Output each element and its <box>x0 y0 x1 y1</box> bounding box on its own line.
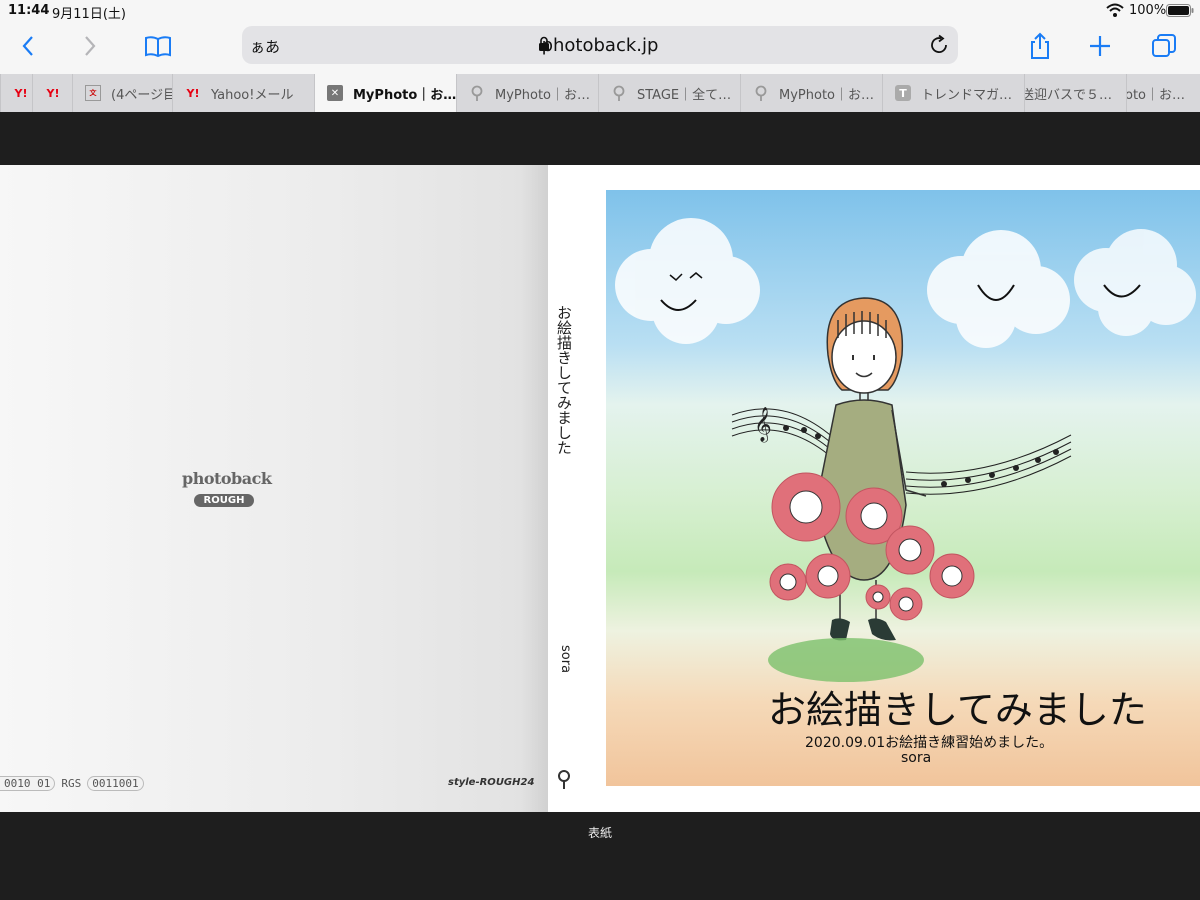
tab-3[interactable]: 文 (4ページ目 <box>72 74 172 112</box>
page-label: 表紙 <box>587 826 612 840</box>
tab-5-active[interactable]: ✕ MyPhoto｜お… <box>314 74 456 112</box>
tab-9[interactable]: T トレンドマガ… <box>882 74 1024 112</box>
chevron-right-icon <box>85 36 96 56</box>
address-bar[interactable]: ぁあ photoback.jp <box>242 26 958 64</box>
share-button[interactable] <box>1022 30 1058 62</box>
photoback-icon <box>613 85 625 101</box>
yahoo-icon: Y! <box>46 86 60 100</box>
back-button[interactable] <box>10 30 46 62</box>
wifi-icon <box>1106 3 1124 17</box>
battery-icon <box>1166 4 1194 17</box>
treble-clef: 𝄞 <box>754 407 772 443</box>
code-right: 0011001 <box>87 776 144 791</box>
cloud-mid <box>927 230 1070 348</box>
forward-button[interactable] <box>72 30 108 62</box>
cover-subtitle: 2020.09.01お絵描き練習始めました。 <box>805 735 1054 751</box>
bookmarks-button[interactable] <box>140 30 176 62</box>
cover-title: お絵描きしてみました <box>768 688 1147 732</box>
tab-label: (4ページ目 <box>111 87 172 103</box>
tab-bar: Y! Y! 文 (4ページ目 Y! Yahoo!メール ✕ MyPhoto｜お…… <box>0 74 1200 112</box>
bunshun-icon: 文 <box>85 85 101 101</box>
spine-author: sora <box>558 645 573 674</box>
status-bar: 11:44 9月11日(土) 100% <box>0 0 1200 22</box>
yahoo-icon: Y! <box>14 86 28 100</box>
tab-label: トレンドマガ… <box>921 87 1013 103</box>
photoback-rough-logo: photoback ROUGH <box>182 469 272 507</box>
battery-percent: 100% <box>1129 3 1167 18</box>
tab-6[interactable]: MyPhoto｜お… <box>456 74 598 112</box>
grass <box>768 638 924 682</box>
tab-label: MyPhoto｜お… <box>495 87 590 103</box>
new-tab-button[interactable] <box>1082 30 1118 62</box>
yahoo-icon: Y! <box>186 86 200 100</box>
code-left: 0010 01 <box>0 776 56 791</box>
book-icon <box>145 36 171 58</box>
browser-toolbar: ぁあ photoback.jp <box>0 22 1200 74</box>
tab-8[interactable]: MyPhoto｜お… <box>740 74 882 112</box>
tab-label: 送迎バスで５… <box>1024 87 1113 103</box>
status-date: 9月11日(土) <box>52 7 126 22</box>
logo-word: photoback <box>182 469 272 488</box>
status-time: 11:44 <box>8 3 50 18</box>
tabs-overview-button[interactable] <box>1146 30 1182 62</box>
photobook-cover-spread: photoback ROUGH 0010 01 RGS 0011001 styl… <box>0 165 1200 812</box>
back-cover <box>0 165 548 812</box>
tab-10[interactable]: 送迎バスで５… <box>1024 74 1126 112</box>
tab-4[interactable]: Y! Yahoo!メール <box>172 74 314 112</box>
chevron-left-icon <box>22 36 33 56</box>
style-label: style-ROUGH24 <box>448 777 535 788</box>
t-icon: T <box>895 85 911 101</box>
spine <box>548 165 578 812</box>
tab-label: STAGE｜全て… <box>637 87 732 103</box>
tab-label: Yahoo!メール <box>211 87 294 103</box>
tab-label: oto｜お… <box>1126 87 1186 103</box>
tab-2[interactable]: Y! <box>32 74 72 112</box>
photoback-icon <box>755 85 767 101</box>
tabs-icon <box>1152 34 1176 57</box>
spine-shadow <box>520 165 550 812</box>
reload-icon[interactable] <box>928 34 950 56</box>
tab-7[interactable]: STAGE｜全て… <box>598 74 740 112</box>
url-text: photoback.jp <box>541 35 659 56</box>
cover-author: sora <box>901 750 932 766</box>
photoback-icon <box>471 85 483 101</box>
share-icon <box>1031 32 1049 59</box>
tab-label: MyPhoto｜お… <box>353 87 456 103</box>
photoback-icon <box>558 770 570 789</box>
spine-title: お絵描きしてみました <box>555 305 573 455</box>
code-mid: RGS <box>61 777 82 790</box>
plus-icon <box>1090 36 1110 56</box>
cloud-left <box>615 218 760 344</box>
tab-11[interactable]: oto｜お… <box>1126 74 1200 112</box>
close-icon[interactable]: ✕ <box>327 85 343 101</box>
cloud-right <box>1074 229 1196 336</box>
product-code: 0010 01 RGS 0011001 <box>0 776 144 791</box>
logo-badge: ROUGH <box>193 494 255 507</box>
tab-1[interactable]: Y! <box>0 74 32 112</box>
page-content: photoback ROUGH 0010 01 RGS 0011001 styl… <box>0 112 1200 900</box>
tab-label: MyPhoto｜お… <box>779 87 874 103</box>
